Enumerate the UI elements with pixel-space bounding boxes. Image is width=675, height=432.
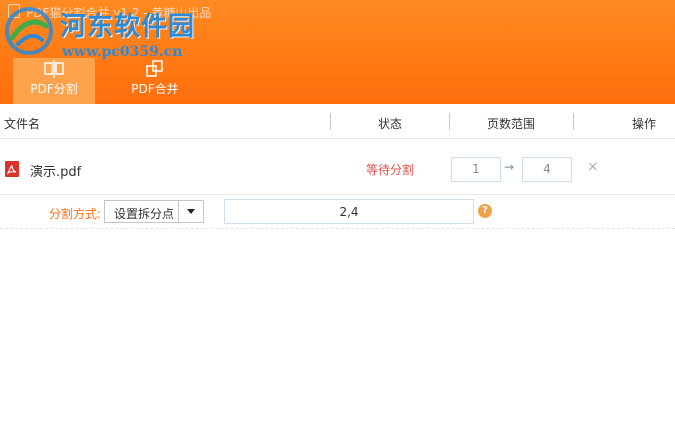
- tab-pdf-split[interactable]: PDF分割: [13, 58, 95, 104]
- header-page-range[interactable]: 页数范围: [487, 115, 535, 132]
- file-name: 演示.pdf: [30, 165, 82, 180]
- app-header: PDF猫分割合并 v1.2 - 黄糖山出品 河东软件园 www.pc0359.c…: [0, 0, 675, 104]
- split-method-select[interactable]: 设置拆分点: [104, 200, 204, 223]
- column-divider[interactable]: [449, 113, 450, 130]
- watermark-name: 河东软件园: [60, 12, 196, 42]
- split-settings: 分割方式: 设置拆分点 ?: [0, 196, 675, 229]
- status-badge: 等待分割: [366, 163, 415, 177]
- split-points-input[interactable]: [224, 199, 474, 224]
- column-divider[interactable]: [573, 113, 574, 130]
- help-icon[interactable]: ?: [478, 204, 492, 218]
- range-start-input[interactable]: 1: [451, 157, 501, 182]
- watermark-logo-icon: [5, 7, 53, 55]
- range-arrow-icon: →: [504, 160, 515, 174]
- table-row[interactable]: 演示.pdf 等待分割 1 → 4 ×: [0, 140, 675, 195]
- header-status[interactable]: 状态: [378, 115, 402, 132]
- split-method-label: 分割方式:: [49, 207, 102, 221]
- range-end-input[interactable]: 4: [522, 157, 572, 182]
- chevron-down-icon[interactable]: [187, 209, 195, 214]
- table-header: 文件名 状态 页数范围 操作: [0, 104, 675, 139]
- split-icon: [44, 60, 64, 78]
- pdf-file-icon: [5, 161, 19, 177]
- delete-button[interactable]: ×: [587, 159, 599, 175]
- tab-pdf-merge[interactable]: PDF合并: [114, 58, 196, 104]
- select-divider: [178, 201, 179, 222]
- tab-pdf-split-label: PDF分割: [30, 82, 78, 96]
- split-method-value: 设置拆分点: [114, 207, 175, 221]
- header-action[interactable]: 操作: [632, 115, 656, 132]
- header-filename[interactable]: 文件名: [4, 115, 40, 132]
- column-divider[interactable]: [330, 113, 331, 130]
- tab-pdf-merge-label: PDF合并: [131, 82, 179, 96]
- merge-icon: [146, 60, 163, 77]
